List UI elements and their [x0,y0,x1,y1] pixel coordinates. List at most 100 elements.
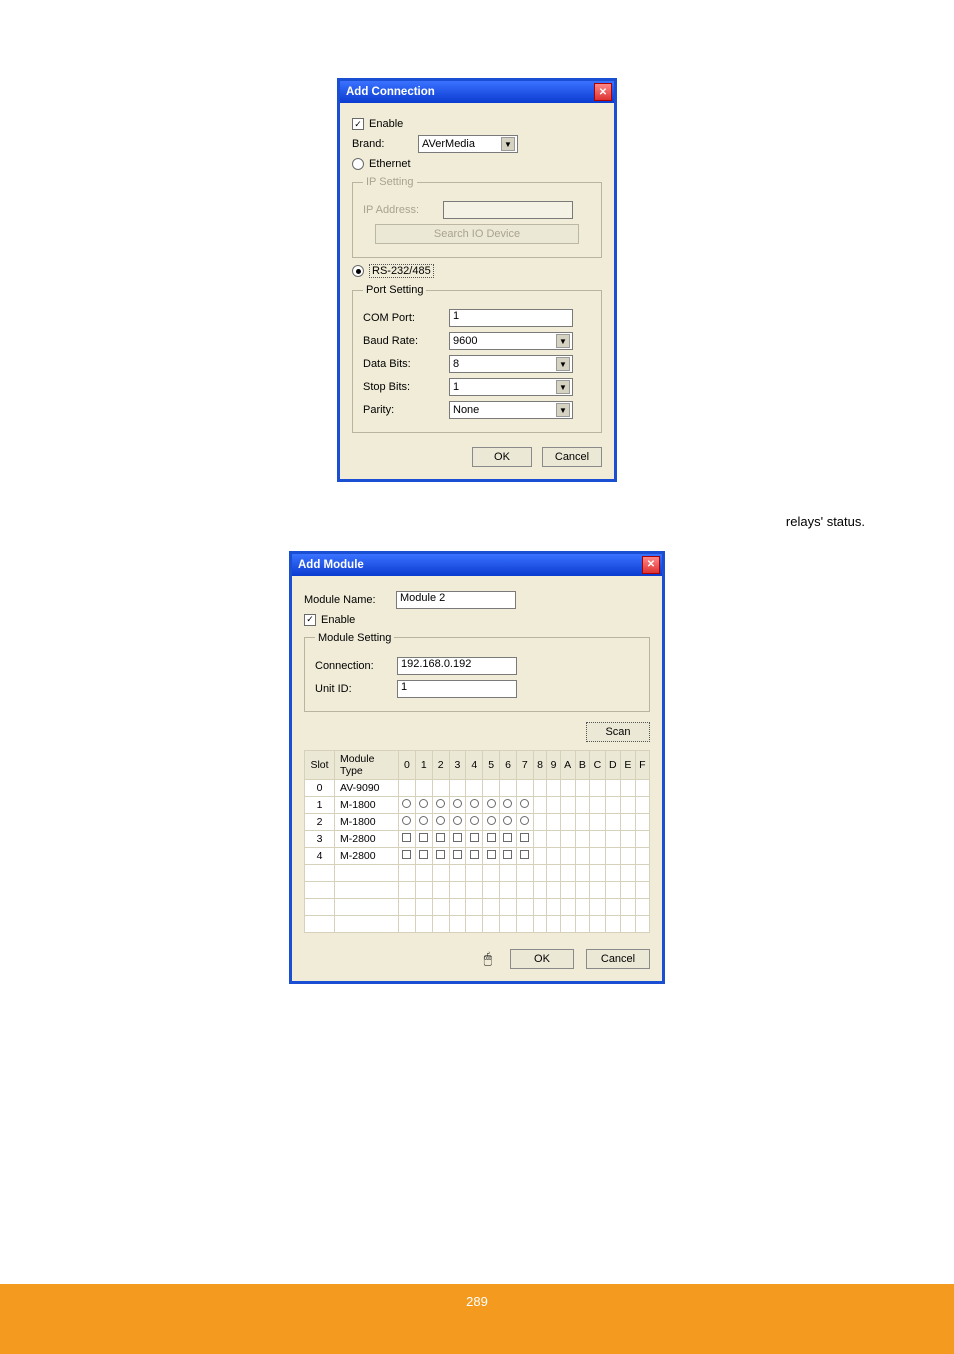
io-cell[interactable] [575,813,590,830]
io-cell[interactable] [449,779,466,796]
ok-button[interactable]: OK [472,447,532,467]
radio-icon[interactable] [503,816,512,825]
io-cell[interactable] [466,847,483,864]
checkbox-icon[interactable] [503,850,512,859]
io-cell[interactable] [533,779,547,796]
module-enable-checkbox[interactable]: ✓ [304,614,316,626]
io-cell[interactable] [533,830,547,847]
io-cell[interactable] [399,813,416,830]
scan-button[interactable]: Scan [586,722,650,742]
io-cell[interactable] [635,847,649,864]
io-cell[interactable] [432,813,449,830]
io-cell[interactable] [560,847,575,864]
io-cell[interactable] [605,796,620,813]
io-cell[interactable] [432,779,449,796]
radio-icon[interactable] [402,816,411,825]
close-icon[interactable]: ✕ [642,556,660,574]
io-cell[interactable] [590,813,605,830]
io-cell[interactable] [516,847,533,864]
io-cell[interactable] [483,813,500,830]
io-cell[interactable] [635,796,649,813]
baud-rate-select[interactable]: 9600 ▼ [449,332,573,350]
module-name-input[interactable]: Module 2 [396,591,516,609]
radio-icon[interactable] [436,799,445,808]
io-cell[interactable] [533,796,547,813]
radio-icon[interactable] [436,816,445,825]
radio-icon[interactable] [520,799,529,808]
io-cell[interactable] [560,830,575,847]
io-cell[interactable] [605,779,620,796]
io-cell[interactable] [547,779,561,796]
io-cell[interactable] [432,830,449,847]
checkbox-icon[interactable] [487,833,496,842]
io-cell[interactable] [483,779,500,796]
rs232-radio[interactable] [352,265,364,277]
io-cell[interactable] [621,830,636,847]
io-cell[interactable] [560,796,575,813]
io-cell[interactable] [432,796,449,813]
radio-icon[interactable] [419,816,428,825]
close-icon[interactable]: ✕ [594,83,612,101]
radio-icon[interactable] [453,816,462,825]
io-cell[interactable] [500,813,517,830]
checkbox-icon[interactable] [402,850,411,859]
io-cell[interactable] [466,830,483,847]
checkbox-icon[interactable] [520,850,529,859]
io-cell[interactable] [575,830,590,847]
io-cell[interactable] [621,779,636,796]
io-cell[interactable] [415,779,432,796]
io-cell[interactable] [590,779,605,796]
checkbox-icon[interactable] [453,850,462,859]
radio-icon[interactable] [520,816,529,825]
radio-icon[interactable] [470,816,479,825]
checkbox-icon[interactable] [503,833,512,842]
data-bits-select[interactable]: 8 ▼ [449,355,573,373]
io-cell[interactable] [415,830,432,847]
checkbox-icon[interactable] [453,833,462,842]
io-cell[interactable] [449,813,466,830]
com-port-input[interactable]: 1 [449,309,573,327]
checkbox-icon[interactable] [470,850,479,859]
checkbox-icon[interactable] [436,850,445,859]
io-cell[interactable] [590,796,605,813]
io-cell[interactable] [605,847,620,864]
stop-bits-select[interactable]: 1 ▼ [449,378,573,396]
radio-icon[interactable] [419,799,428,808]
io-cell[interactable] [399,796,416,813]
enable-checkbox[interactable]: ✓ [352,118,364,130]
parity-select[interactable]: None ▼ [449,401,573,419]
io-cell[interactable] [590,830,605,847]
io-cell[interactable] [483,847,500,864]
io-cell[interactable] [466,813,483,830]
io-cell[interactable] [449,847,466,864]
io-cell[interactable] [500,847,517,864]
checkbox-icon[interactable] [402,833,411,842]
io-cell[interactable] [605,830,620,847]
checkbox-icon[interactable] [470,833,479,842]
ok-button[interactable]: OK [510,949,574,969]
io-cell[interactable] [533,813,547,830]
radio-icon[interactable] [453,799,462,808]
checkbox-icon[interactable] [419,850,428,859]
io-cell[interactable] [547,813,561,830]
checkbox-icon[interactable] [436,833,445,842]
cancel-button[interactable]: Cancel [542,447,602,467]
io-cell[interactable] [621,796,636,813]
unit-id-input[interactable]: 1 [397,680,517,698]
io-cell[interactable] [560,813,575,830]
checkbox-icon[interactable] [520,833,529,842]
io-cell[interactable] [483,830,500,847]
radio-icon[interactable] [402,799,411,808]
cancel-button[interactable]: Cancel [586,949,650,969]
io-cell[interactable] [466,796,483,813]
io-cell[interactable] [415,847,432,864]
ethernet-radio[interactable] [352,158,364,170]
io-cell[interactable] [449,796,466,813]
io-cell[interactable] [415,796,432,813]
io-cell[interactable] [500,779,517,796]
io-cell[interactable] [635,813,649,830]
io-cell[interactable] [399,830,416,847]
io-cell[interactable] [575,796,590,813]
io-cell[interactable] [466,779,483,796]
io-cell[interactable] [399,779,416,796]
